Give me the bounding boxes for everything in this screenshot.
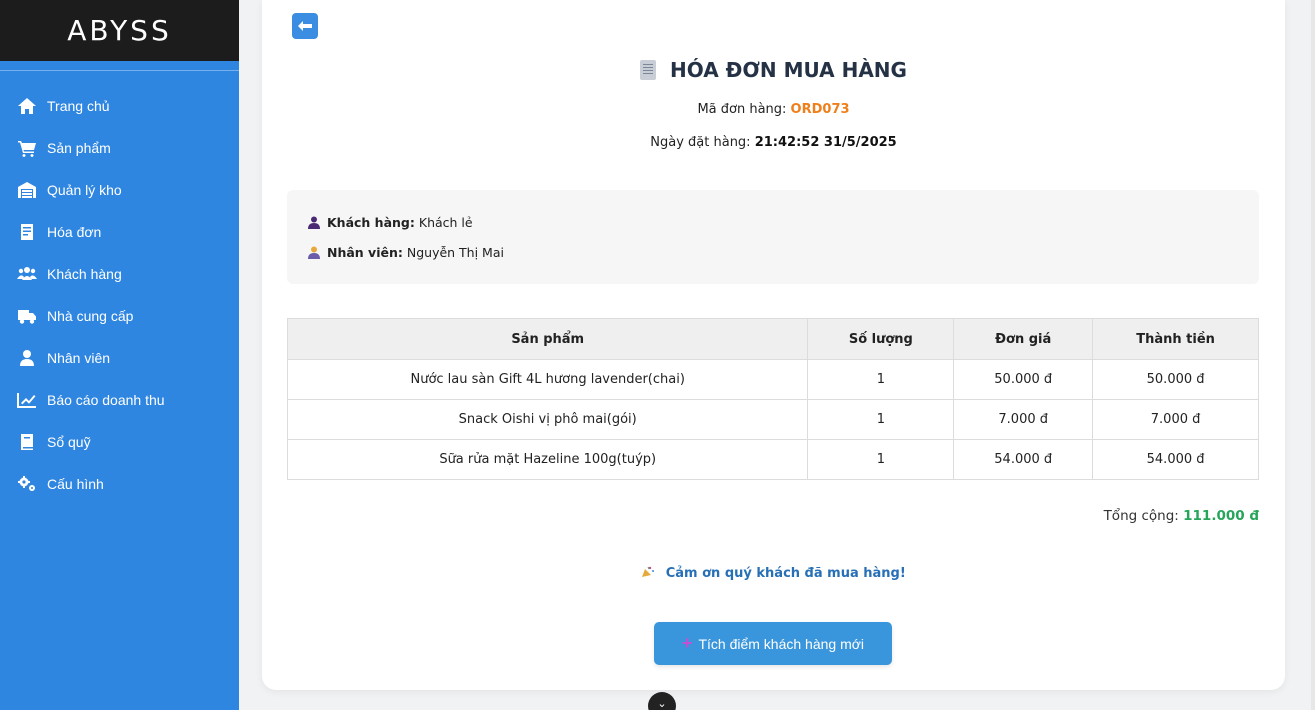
invoice-title: HÓA ĐƠN MUA HÀNG xyxy=(262,58,1285,82)
sidebar-menu: Trang chủ Sản phẩm Quản lý kho Hóa đơn K… xyxy=(0,71,239,505)
add-loyalty-customer-button[interactable]: + Tích điểm khách hàng mới xyxy=(654,622,892,665)
line-total-cell: 54.000 đ xyxy=(1092,439,1259,480)
sidebar-item-label: Trang chủ xyxy=(47,98,110,114)
quantity-cell: 1 xyxy=(807,359,955,400)
order-date-label: Ngày đặt hàng: xyxy=(650,135,751,150)
column-header: Thành tiền xyxy=(1092,318,1259,360)
sidebar-item-label: Quản lý kho xyxy=(47,182,122,198)
sidebar-item-revenue-report[interactable]: Báo cáo doanh thu xyxy=(0,379,239,421)
quantity-cell: 1 xyxy=(807,439,955,480)
sidebar-item-suppliers[interactable]: Nhà cung cấp xyxy=(0,295,239,337)
column-header: Sản phẩm xyxy=(286,318,809,360)
customer-icon xyxy=(308,216,320,229)
chevron-down-icon: ⌄ xyxy=(657,697,667,710)
sidebar-item-label: Sản phẩm xyxy=(47,140,111,156)
customer-info-box: Khách hàng: Khách lẻ Nhân viên: Nguyễn T… xyxy=(287,190,1259,284)
sidebar-item-customers[interactable]: Khách hàng xyxy=(0,253,239,295)
sidebar-item-label: Nhà cung cấp xyxy=(47,308,134,324)
party-popper-icon xyxy=(642,566,655,577)
back-button[interactable] xyxy=(292,13,318,39)
plus-icon: + xyxy=(681,633,693,653)
sidebar-item-cashbook[interactable]: Sổ quỹ xyxy=(0,421,239,463)
receipt-icon xyxy=(640,60,657,80)
sidebar-item-label: Báo cáo doanh thu xyxy=(47,392,165,408)
order-date-line: Ngày đặt hàng: 21:42:52 31/5/2025 xyxy=(262,135,1285,150)
quantity-cell: 1 xyxy=(807,399,955,440)
sidebar-item-warehouse[interactable]: Quản lý kho xyxy=(0,169,239,211)
staff-row: Nhân viên: Nguyễn Thị Mai xyxy=(308,244,1259,260)
truck-icon xyxy=(17,307,39,325)
users-icon xyxy=(17,265,39,283)
thank-you-message: Cảm ơn quý khách đã mua hàng! xyxy=(262,566,1285,581)
order-date: 21:42:52 31/5/2025 xyxy=(754,135,897,150)
arrow-left-icon xyxy=(298,21,312,31)
order-code-line: Mã đơn hàng: ORD073 xyxy=(262,102,1285,117)
total-value: 111.000 đ xyxy=(1183,508,1259,524)
line-total-cell: 7.000 đ xyxy=(1092,399,1259,440)
table-header-row: Sản phẩm Số lượng Đơn giá Thành tiền xyxy=(286,318,1259,360)
sidebar-item-products[interactable]: Sản phẩm xyxy=(0,127,239,169)
add-loyalty-customer-label: Tích điểm khách hàng mới xyxy=(698,635,865,652)
product-cell: Sữa rửa mặt Hazeline 100g(tuýp) xyxy=(286,439,809,480)
product-cell: Snack Oishi vị phô mai(gói) xyxy=(286,399,809,440)
product-cell: Nước lau sàn Gift 4L hương lavender(chai… xyxy=(286,359,809,400)
table-row: Sữa rửa mặt Hazeline 100g(tuýp) 1 54.000… xyxy=(286,439,1259,480)
table-row: Nước lau sàn Gift 4L hương lavender(chai… xyxy=(286,359,1259,400)
unit-price-cell: 50.000 đ xyxy=(953,359,1094,400)
page-scrollbar[interactable] xyxy=(1311,0,1315,710)
unit-price-cell: 7.000 đ xyxy=(953,399,1094,440)
app-logo[interactable]: ABYSS xyxy=(67,14,171,47)
column-header: Số lượng xyxy=(807,318,955,360)
invoice-icon xyxy=(17,223,39,241)
invoice-title-text: HÓA ĐƠN MUA HÀNG xyxy=(670,58,907,82)
customer-label: Khách hàng: xyxy=(327,214,415,230)
customer-name: Khách lẻ xyxy=(418,214,473,230)
thank-you-text: Cảm ơn quý khách đã mua hàng! xyxy=(665,566,906,581)
sidebar: ABYSS Trang chủ Sản phẩm Quản lý kho Hóa… xyxy=(0,0,239,710)
staff-icon xyxy=(308,246,320,259)
unit-price-cell: 54.000 đ xyxy=(953,439,1094,480)
staff-label: Nhân viên: xyxy=(327,244,403,260)
user-icon xyxy=(17,349,39,367)
sidebar-item-label: Hóa đơn xyxy=(47,224,102,240)
column-header: Đơn giá xyxy=(953,318,1094,360)
invoice-card: HÓA ĐƠN MUA HÀNG Mã đơn hàng: ORD073 Ngà… xyxy=(262,0,1285,690)
sidebar-item-invoices[interactable]: Hóa đơn xyxy=(0,211,239,253)
order-total: Tổng cộng: 111.000 đ xyxy=(1104,508,1259,524)
sidebar-item-label: Sổ quỹ xyxy=(47,434,91,450)
table-row: Snack Oishi vị phô mai(gói) 1 7.000 đ 7.… xyxy=(286,399,1259,440)
scroll-down-button[interactable]: ⌄ xyxy=(648,692,676,710)
order-code: ORD073 xyxy=(790,102,850,117)
customer-row: Khách hàng: Khách lẻ xyxy=(308,214,1259,230)
total-label: Tổng cộng: xyxy=(1103,508,1179,524)
sidebar-item-staff[interactable]: Nhân viên xyxy=(0,337,239,379)
logo-bar: ABYSS xyxy=(0,0,239,61)
staff-name: Nguyễn Thị Mai xyxy=(406,244,504,260)
cart-icon xyxy=(17,139,39,157)
warehouse-icon xyxy=(17,181,39,199)
sidebar-item-settings[interactable]: Cấu hình xyxy=(0,463,239,505)
order-code-label: Mã đơn hàng: xyxy=(697,102,787,117)
sidebar-item-label: Cấu hình xyxy=(47,476,104,492)
items-table: Sản phẩm Số lượng Đơn giá Thành tiền Nướ… xyxy=(286,318,1259,480)
gears-icon xyxy=(17,475,39,493)
sidebar-item-home[interactable]: Trang chủ xyxy=(0,85,239,127)
book-icon xyxy=(17,433,39,451)
chart-line-icon xyxy=(17,391,39,409)
home-icon xyxy=(17,97,39,115)
sidebar-item-label: Khách hàng xyxy=(47,266,122,282)
line-total-cell: 50.000 đ xyxy=(1092,359,1259,400)
sidebar-divider xyxy=(0,61,239,71)
sidebar-item-label: Nhân viên xyxy=(47,350,111,366)
